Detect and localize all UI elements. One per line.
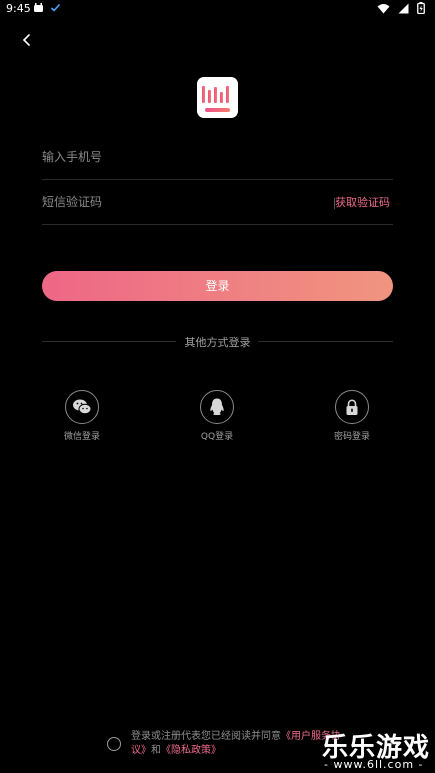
wechat-icon	[73, 399, 92, 415]
password-login-button[interactable]: 密码登录	[312, 390, 392, 442]
agreement-radio[interactable]	[107, 737, 121, 751]
qq-login-button[interactable]: QQ登录	[177, 390, 257, 442]
back-button[interactable]	[18, 30, 36, 50]
status-time: 9:45	[6, 2, 31, 15]
agreement-prefix: 登录或注册代表您已经阅读并同意	[131, 731, 281, 742]
status-bar: 9:45	[0, 0, 435, 20]
phone-input[interactable]	[42, 135, 322, 179]
sms-code-field: 获取验证码	[42, 180, 393, 225]
qq-login-label: QQ登录	[200, 432, 234, 442]
password-login-label: 密码登录	[333, 432, 370, 442]
android-icon	[34, 3, 43, 12]
agreement-and: 和	[151, 745, 161, 756]
lock-icon	[346, 398, 358, 415]
wechat-login-label: 微信登录	[63, 432, 100, 442]
battery-icon	[417, 2, 425, 14]
get-code-button[interactable]: 获取验证码	[335, 194, 390, 210]
check-icon	[50, 3, 61, 12]
chevron-left-icon	[22, 34, 30, 46]
phone-field	[42, 135, 393, 180]
sms-code-input[interactable]	[42, 180, 322, 224]
watermark-url: - www.6ll.com -	[324, 758, 424, 771]
watermark-logo: 乐乐游戏 - www.6ll.com -	[320, 729, 435, 773]
wechat-login-button[interactable]: 微信登录	[42, 390, 122, 442]
qq-icon	[210, 398, 224, 415]
other-methods-title: 其他方式登录	[184, 336, 251, 349]
signal-icon	[398, 3, 409, 13]
wifi-icon	[377, 3, 390, 13]
privacy-policy-link[interactable]: 《隐私政策》	[161, 745, 221, 756]
login-button[interactable]: 登录	[42, 271, 393, 301]
app-logo	[197, 77, 238, 118]
agreement-text: 登录或注册代表您已经阅读并同意《用户服务协议》和《隐私政策》	[131, 730, 341, 758]
